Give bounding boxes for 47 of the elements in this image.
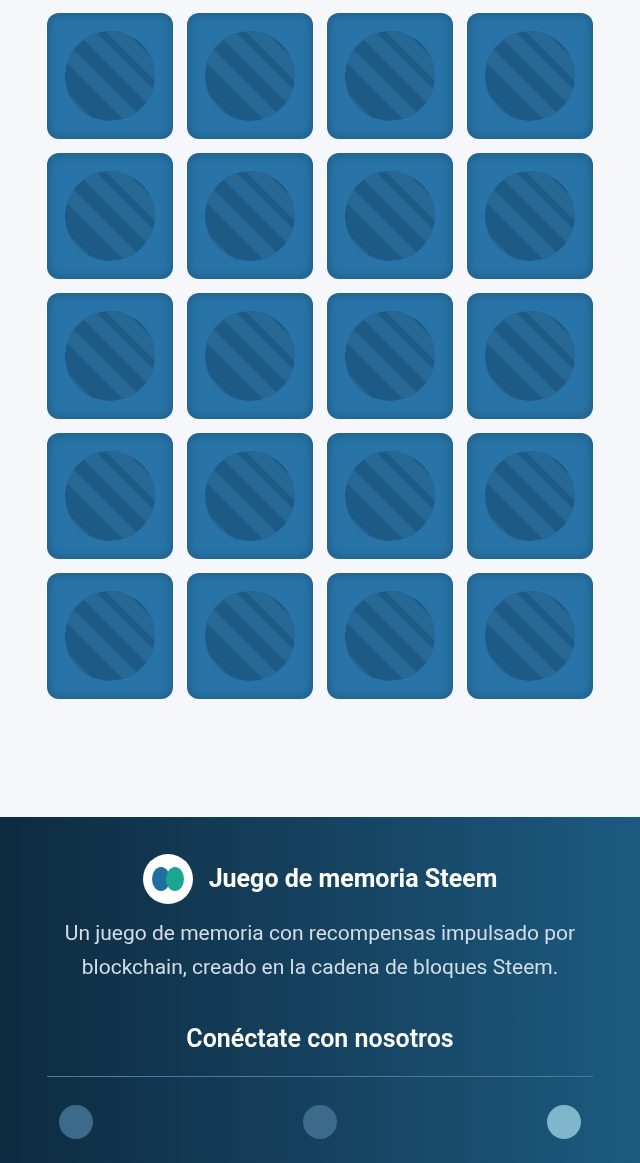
striped-circle-icon bbox=[345, 591, 435, 681]
striped-circle-icon bbox=[345, 31, 435, 121]
memory-card[interactable] bbox=[47, 293, 173, 419]
social-icon[interactable] bbox=[303, 1104, 337, 1139]
memory-card[interactable] bbox=[327, 13, 453, 139]
striped-circle-icon bbox=[205, 311, 295, 401]
memory-card[interactable] bbox=[187, 433, 313, 559]
striped-circle-icon bbox=[345, 171, 435, 261]
striped-circle-icon bbox=[485, 31, 575, 121]
striped-circle-icon bbox=[205, 451, 295, 541]
memory-card[interactable] bbox=[47, 433, 173, 559]
memory-card[interactable] bbox=[187, 293, 313, 419]
striped-circle-icon bbox=[65, 451, 155, 541]
striped-circle-icon bbox=[65, 171, 155, 261]
memory-card[interactable] bbox=[467, 293, 593, 419]
striped-circle-icon bbox=[205, 31, 295, 121]
memory-card[interactable] bbox=[187, 153, 313, 279]
striped-circle-icon bbox=[345, 451, 435, 541]
memory-card[interactable] bbox=[467, 13, 593, 139]
striped-circle-icon bbox=[65, 31, 155, 121]
memory-card[interactable] bbox=[327, 433, 453, 559]
striped-circle-icon bbox=[205, 171, 295, 261]
striped-circle-icon bbox=[485, 591, 575, 681]
striped-circle-icon bbox=[65, 591, 155, 681]
striped-circle-icon bbox=[485, 451, 575, 541]
memory-card[interactable] bbox=[327, 153, 453, 279]
memory-card[interactable] bbox=[467, 433, 593, 559]
footer-title: Juego de memoria Steem bbox=[208, 863, 498, 896]
connect-heading: Conéctate con nosotros bbox=[186, 1023, 454, 1055]
social-icon[interactable] bbox=[547, 1104, 581, 1139]
striped-circle-icon bbox=[205, 591, 295, 681]
striped-circle-icon bbox=[345, 311, 435, 401]
memory-card[interactable] bbox=[47, 573, 173, 699]
memory-card[interactable] bbox=[327, 573, 453, 699]
memory-card[interactable] bbox=[467, 153, 593, 279]
footer-description: Un juego de memoria con recompensas impulsado por blockchain, creado en la cadena de bloques Steem. bbox=[63, 920, 577, 981]
memory-card[interactable] bbox=[187, 573, 313, 699]
brain-logo-icon bbox=[142, 854, 193, 904]
striped-circle-icon bbox=[485, 311, 575, 401]
social-icon[interactable] bbox=[59, 1104, 93, 1139]
striped-circle-icon bbox=[485, 171, 575, 261]
striped-circle-icon bbox=[65, 311, 155, 401]
memory-card[interactable] bbox=[47, 153, 173, 279]
memory-card[interactable] bbox=[47, 13, 173, 139]
memory-card[interactable] bbox=[327, 293, 453, 419]
memory-card[interactable] bbox=[467, 573, 593, 699]
memory-card[interactable] bbox=[187, 13, 313, 139]
